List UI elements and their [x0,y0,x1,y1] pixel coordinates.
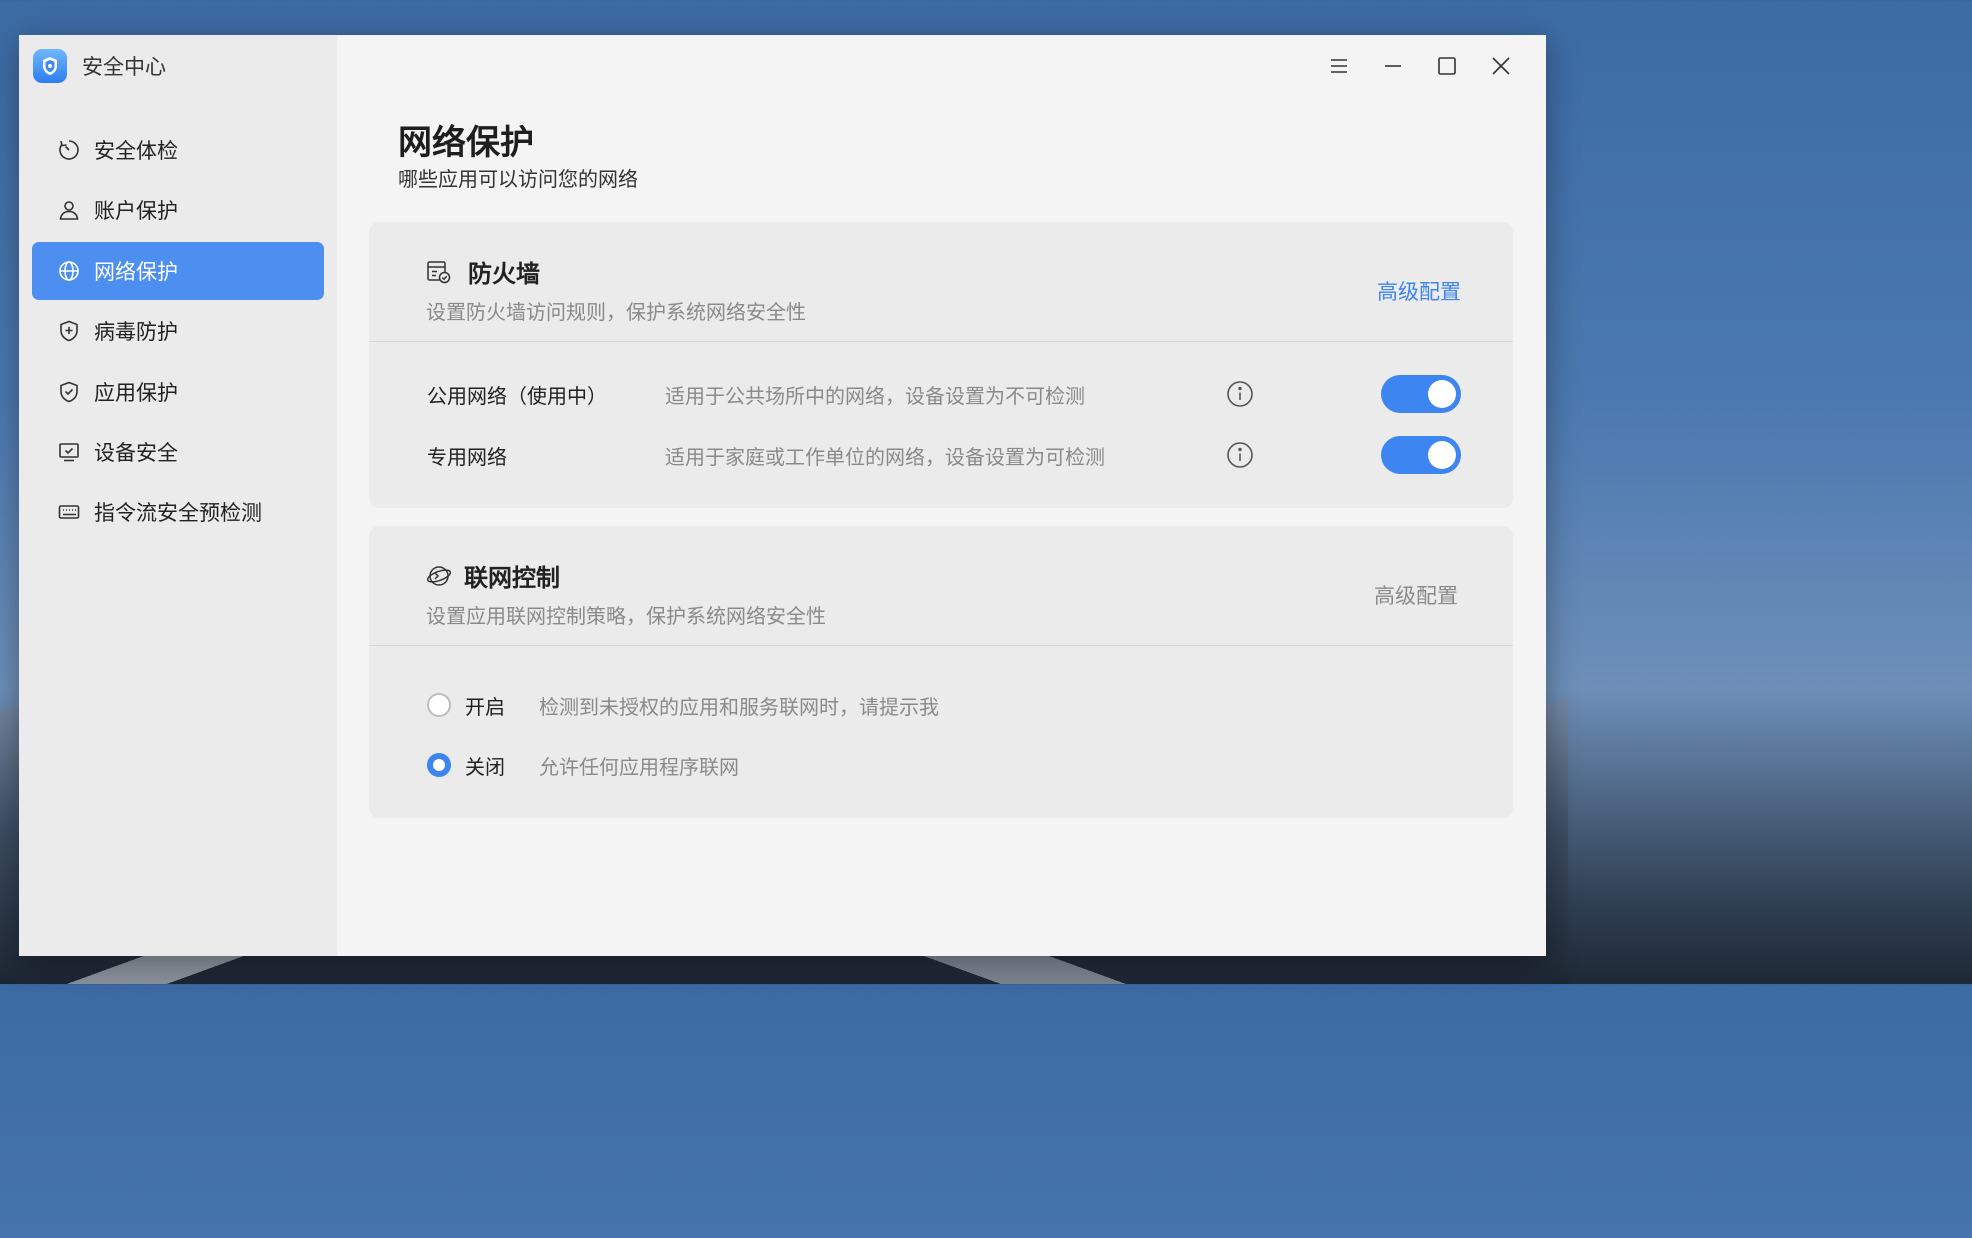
network-control-card: 联网控制 设置应用联网控制策略，保护系统网络安全性 高级配置 开启 检测到未授权… [369,526,1513,818]
sidebar-item-label: 指令流安全预检测 [94,501,262,526]
sidebar-item-label: 设备安全 [94,440,178,465]
monitor-check-icon [56,439,82,465]
private-network-row: 专用网络 适用于家庭或工作单位的网络，设备设置为可检测 [369,435,1513,475]
firewall-title: 防火墙 [468,260,540,288]
scan-icon [56,137,82,163]
private-network-toggle[interactable] [1381,436,1461,474]
app-title: 安全中心 [82,55,166,79]
sidebar-item-security-check[interactable]: 安全体检 [32,121,324,179]
firewall-icon [427,260,451,283]
radio-on-label: 开启 [465,694,505,719]
radio-off[interactable] [427,753,451,777]
public-network-info-icon[interactable] [1226,380,1254,408]
maximize-icon [1438,57,1456,75]
radio-on[interactable] [427,693,451,717]
minimize-button[interactable] [1366,51,1420,81]
globe-icon [56,258,82,284]
window-controls [1312,51,1528,81]
private-network-name: 专用网络 [427,444,507,469]
maximize-button[interactable] [1420,51,1474,81]
sidebar-item-label: 病毒防护 [94,320,178,345]
page-subtitle: 哪些应用可以访问您的网络 [398,167,638,191]
sidebar-item-label: 应用保护 [94,380,178,405]
close-button[interactable] [1474,51,1528,81]
sidebar-item-virus-protection[interactable]: 病毒防护 [32,302,324,360]
close-icon [1492,57,1510,75]
radio-off-description: 允许任何应用程序联网 [539,754,739,779]
radio-off-label: 关闭 [465,754,505,779]
shield-plus-icon [56,318,82,344]
network-control-icon [426,565,452,586]
menu-button[interactable] [1312,51,1366,81]
security-center-window: 安全中心 安全体检 账户保护 网络保护 病毒防护 应用保护 设备安全 指令流安全… [19,35,1546,956]
public-network-description: 适用于公共场所中的网络，设备设置为不可检测 [665,383,1085,408]
sidebar-item-account-protection[interactable]: 账户保护 [32,181,324,239]
sidebar-item-device-security[interactable]: 设备安全 [32,423,324,481]
sidebar: 安全中心 安全体检 账户保护 网络保护 病毒防护 应用保护 设备安全 指令流安全… [19,35,337,956]
network-control-option-on[interactable]: 开启 检测到未授权的应用和服务联网时，请提示我 [427,685,939,725]
firewall-card-header: 防火墙 设置防火墙访问规则，保护系统网络安全性 高级配置 [369,222,1513,342]
public-network-toggle[interactable] [1381,375,1461,413]
firewall-card: 防火墙 设置防火墙访问规则，保护系统网络安全性 高级配置 公用网络（使用中） 适… [369,222,1513,508]
network-control-description: 设置应用联网控制策略，保护系统网络安全性 [426,604,826,628]
app-header: 安全中心 [33,49,166,83]
private-network-description: 适用于家庭或工作单位的网络，设备设置为可检测 [665,444,1105,469]
radio-on-description: 检测到未授权的应用和服务联网时，请提示我 [539,694,939,719]
sidebar-item-label: 账户保护 [94,199,178,224]
public-network-row: 公用网络（使用中） 适用于公共场所中的网络，设备设置为不可检测 [369,374,1513,414]
firewall-description: 设置防火墙访问规则，保护系统网络安全性 [426,300,806,324]
keyboard-icon [56,499,82,525]
minimize-icon [1385,65,1401,67]
sidebar-item-label: 网络保护 [94,259,178,284]
firewall-advanced-config-link[interactable]: 高级配置 [1377,276,1461,306]
sidebar-item-label: 安全体检 [94,139,178,163]
shield-check-icon [56,379,82,405]
network-control-option-off[interactable]: 关闭 允许任何应用程序联网 [427,745,739,785]
app-logo-icon [33,49,67,83]
sidebar-item-command-precheck[interactable]: 指令流安全预检测 [32,483,324,541]
public-network-name: 公用网络（使用中） [427,383,607,408]
sidebar-nav: 安全体检 账户保护 网络保护 病毒防护 应用保护 设备安全 指令流安全预检测 [32,121,324,544]
page-title: 网络保护 [398,123,534,163]
menu-icon [1331,59,1347,73]
main-content: 网络保护 哪些应用可以访问您的网络 防火墙 设置防火墙访问规则，保护系统网络安全… [337,35,1546,956]
network-control-title: 联网控制 [464,564,560,592]
user-icon [56,197,82,223]
sidebar-item-network-protection[interactable]: 网络保护 [32,241,324,300]
network-control-card-header: 联网控制 设置应用联网控制策略，保护系统网络安全性 高级配置 [369,526,1513,646]
sidebar-item-app-protection[interactable]: 应用保护 [32,363,324,421]
private-network-info-icon[interactable] [1226,441,1254,469]
network-control-advanced-config-link[interactable]: 高级配置 [1374,580,1458,610]
